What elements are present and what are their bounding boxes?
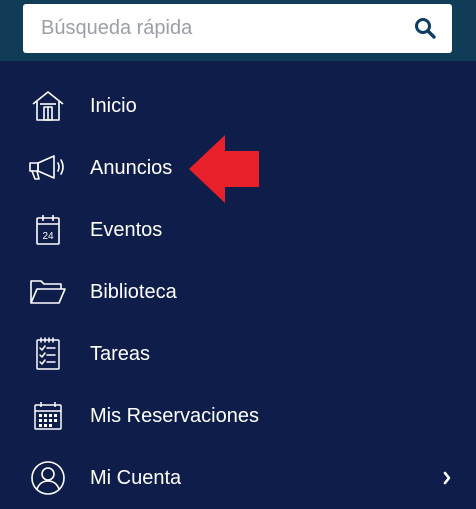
search-icon [415,18,436,39]
user-circle-icon [28,460,68,496]
menu-item-label: Tareas [90,343,151,365]
chevron-right-icon[interactable] [440,468,454,488]
menu-item-label: Eventos [90,219,163,241]
menu-item-biblioteca[interactable]: Biblioteca [0,261,476,323]
menu-item-inicio[interactable]: Inicio [0,75,476,137]
search-box [23,4,452,53]
menu-item-label: Anuncios [90,157,173,179]
checklist-icon [28,336,68,372]
menu-item-label: Mi Cuenta [90,467,182,489]
search-button[interactable] [408,11,442,45]
calendar-icon: 24 [28,212,68,248]
menu-item-label: Mis Reservaciones [90,405,259,427]
menu-item-eventos[interactable]: 24 Eventos [0,199,476,261]
search-input[interactable] [23,4,403,53]
menu-item-mi-cuenta[interactable]: Mi Cuenta [0,447,476,509]
menu-item-label: Inicio [90,95,137,117]
megaphone-icon [28,150,68,186]
top-bar [0,0,476,61]
menu-item-mis-reservaciones[interactable]: Mis Reservaciones [0,385,476,447]
navigation-menu: Inicio Anuncios 24 Eventos Biblioteca Ta… [0,61,476,503]
home-icon [28,88,68,124]
menu-item-tareas[interactable]: Tareas [0,323,476,385]
folder-icon [28,274,68,310]
menu-item-label: Biblioteca [90,281,177,303]
red-arrow-icon [189,135,259,203]
calendar-grid-icon [28,398,68,434]
calendar-day: 24 [42,231,54,242]
